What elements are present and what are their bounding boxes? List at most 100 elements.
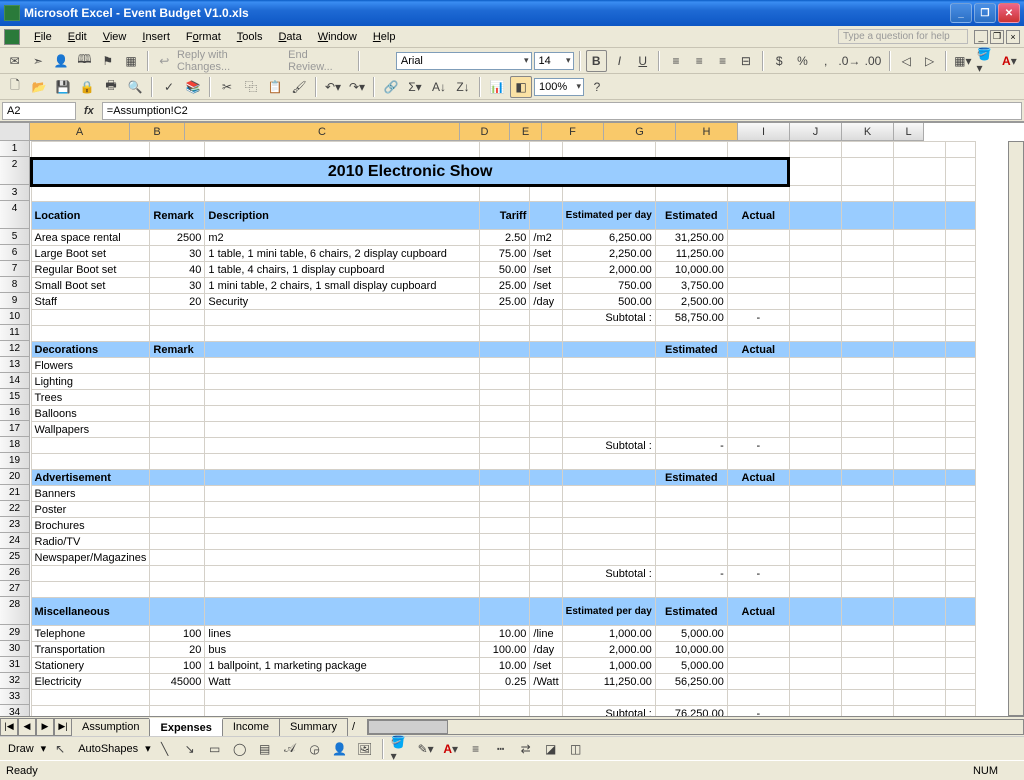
picture-icon[interactable]: 🖼: [354, 738, 376, 760]
underline-button[interactable]: U: [632, 50, 653, 72]
sheet-tab-expenses[interactable]: Expenses: [149, 718, 222, 736]
dash-style-button[interactable]: ┅: [490, 738, 512, 760]
sheet-tab-assumption[interactable]: Assumption: [71, 718, 150, 736]
currency-button[interactable]: $: [769, 50, 790, 72]
row-header-28[interactable]: 28: [0, 597, 30, 625]
col-header-A[interactable]: A: [30, 123, 130, 141]
menu-file[interactable]: File: [26, 28, 60, 46]
maximize-button[interactable]: ❐: [974, 3, 996, 23]
autoshapes-menu[interactable]: AutoShapes: [74, 743, 142, 755]
col-header-D[interactable]: D: [460, 123, 510, 141]
bold-button[interactable]: B: [586, 50, 607, 72]
row-header-19[interactable]: 19: [0, 453, 30, 469]
new-button[interactable]: 🗋: [4, 76, 26, 98]
row-header-10[interactable]: 10: [0, 309, 30, 325]
row-header-30[interactable]: 30: [0, 641, 30, 657]
tab-nav-prev[interactable]: ◀: [18, 718, 36, 736]
format-painter-button[interactable]: 🖌: [288, 76, 310, 98]
fill-color-draw-button[interactable]: 🪣▾: [390, 738, 412, 760]
sort-asc-button[interactable]: A↓: [428, 76, 450, 98]
col-header-H[interactable]: H: [676, 123, 738, 141]
row-header-20[interactable]: 20: [0, 469, 30, 485]
vertical-scrollbar[interactable]: [1008, 141, 1024, 716]
increase-decimal-button[interactable]: .0→: [838, 50, 860, 72]
col-header-J[interactable]: J: [790, 123, 842, 141]
save-button[interactable]: 💾: [52, 76, 74, 98]
diagram-icon[interactable]: ◶: [304, 738, 326, 760]
menu-format[interactable]: Format: [178, 28, 229, 46]
align-left-button[interactable]: ≡: [665, 50, 686, 72]
3d-button[interactable]: ◫: [565, 738, 587, 760]
font-name-selector[interactable]: Arial: [396, 52, 532, 70]
send-mail-icon[interactable]: ✉: [4, 50, 25, 72]
row-header-15[interactable]: 15: [0, 389, 30, 405]
row-header-34[interactable]: 34: [0, 705, 30, 716]
row-header-3[interactable]: 3: [0, 185, 30, 201]
sort-desc-button[interactable]: Z↓: [452, 76, 474, 98]
row-header-4[interactable]: 4: [0, 201, 30, 229]
comma-button[interactable]: ,: [815, 50, 836, 72]
arrow-style-button[interactable]: ⇄: [515, 738, 537, 760]
line-color-button[interactable]: ✎▾: [415, 738, 437, 760]
row-header-17[interactable]: 17: [0, 421, 30, 437]
menu-insert[interactable]: Insert: [134, 28, 178, 46]
chart-wizard-button[interactable]: 📊: [486, 76, 508, 98]
rectangle-icon[interactable]: ▭: [204, 738, 226, 760]
recipient-icon[interactable]: 👤: [51, 50, 72, 72]
menu-edit[interactable]: Edit: [60, 28, 95, 46]
clipart-icon[interactable]: 👤: [329, 738, 351, 760]
row-header-25[interactable]: 25: [0, 549, 30, 565]
col-header-L[interactable]: L: [894, 123, 924, 141]
formula-input[interactable]: =Assumption!C2: [102, 102, 1022, 120]
row-header-26[interactable]: 26: [0, 565, 30, 581]
doc-minimize-button[interactable]: _: [974, 30, 988, 44]
col-header-B[interactable]: B: [130, 123, 185, 141]
sheet-tab-summary[interactable]: Summary: [279, 718, 348, 736]
arrow-icon[interactable]: ↘: [179, 738, 201, 760]
paste-button[interactable]: 📋: [264, 76, 286, 98]
close-button[interactable]: ✕: [998, 3, 1020, 23]
select-all-corner[interactable]: [0, 123, 30, 141]
row-header-23[interactable]: 23: [0, 517, 30, 533]
row-header-2[interactable]: 2: [0, 157, 30, 185]
row-header-33[interactable]: 33: [0, 689, 30, 705]
sheet-title-cell[interactable]: 2010 Electronic Show: [31, 158, 789, 186]
increase-indent-button[interactable]: ▷: [919, 50, 940, 72]
col-header-K[interactable]: K: [842, 123, 894, 141]
row-header-11[interactable]: 11: [0, 325, 30, 341]
row-header-1[interactable]: 1: [0, 141, 30, 157]
row-header-32[interactable]: 32: [0, 673, 30, 689]
borders-button[interactable]: ▦▾: [952, 50, 973, 72]
wordart-icon[interactable]: 𝒜: [279, 738, 301, 760]
draw-menu[interactable]: Draw: [4, 743, 38, 755]
row-header-29[interactable]: 29: [0, 625, 30, 641]
oval-icon[interactable]: ◯: [229, 738, 251, 760]
shadow-button[interactable]: ◪: [540, 738, 562, 760]
menu-data[interactable]: Data: [270, 28, 309, 46]
menu-view[interactable]: View: [95, 28, 135, 46]
row-header-31[interactable]: 31: [0, 657, 30, 673]
italic-button[interactable]: I: [609, 50, 630, 72]
spreadsheet-grid[interactable]: ABCDEFGHIJKL 123456789101112131415161718…: [0, 122, 1024, 716]
drawing-toggle-button[interactable]: ◧: [510, 76, 532, 98]
hyperlink-button[interactable]: 🔗: [380, 76, 402, 98]
align-right-button[interactable]: ≡: [712, 50, 733, 72]
doc-close-button[interactable]: ×: [1006, 30, 1020, 44]
row-header-22[interactable]: 22: [0, 501, 30, 517]
col-header-G[interactable]: G: [604, 123, 676, 141]
open-button[interactable]: 📂: [28, 76, 50, 98]
textbox-icon[interactable]: ▤: [254, 738, 276, 760]
col-header-F[interactable]: F: [542, 123, 604, 141]
font-color-button[interactable]: A▾: [999, 50, 1020, 72]
zoom-selector[interactable]: 100%: [534, 78, 584, 96]
col-header-C[interactable]: C: [185, 123, 460, 141]
menu-help[interactable]: Help: [365, 28, 404, 46]
row-header-12[interactable]: 12: [0, 341, 30, 357]
row-header-5[interactable]: 5: [0, 229, 30, 245]
align-center-button[interactable]: ≡: [689, 50, 710, 72]
select-objects-button[interactable]: ↖: [49, 738, 71, 760]
row-header-9[interactable]: 9: [0, 293, 30, 309]
ask-question-box[interactable]: Type a question for help: [838, 29, 968, 44]
flag-icon[interactable]: ⚑: [97, 50, 118, 72]
help-button[interactable]: ?: [586, 76, 608, 98]
